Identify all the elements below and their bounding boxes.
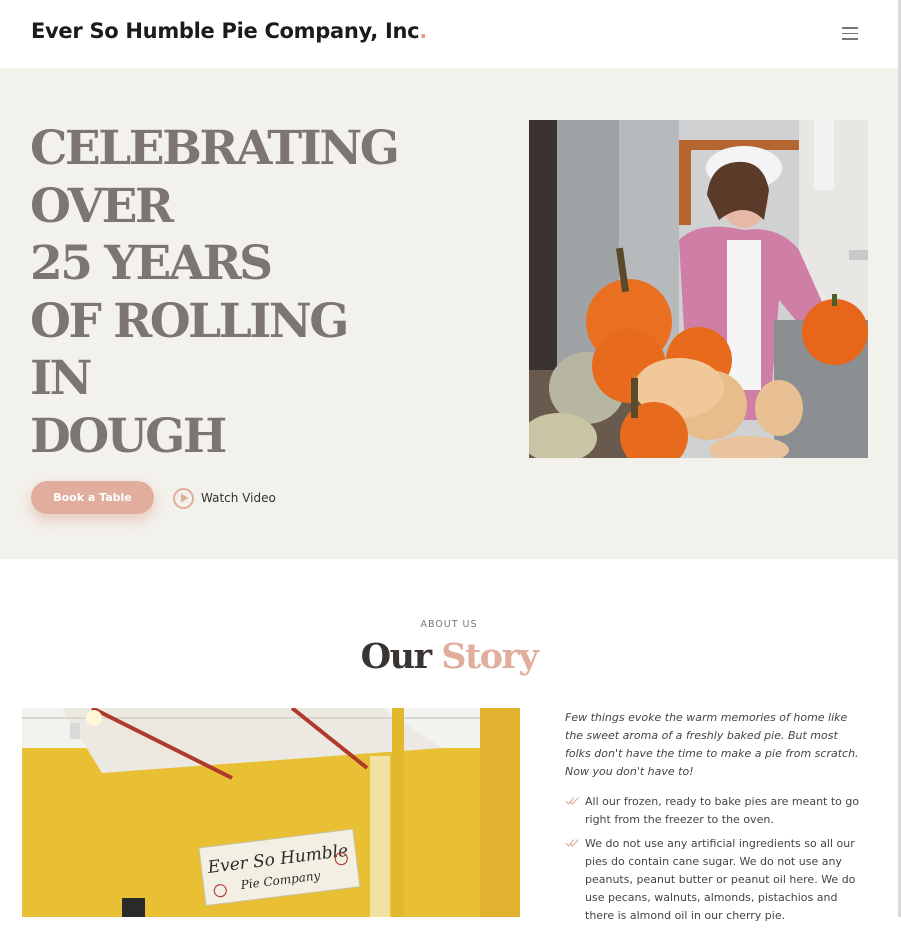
about-photo: Ever So Humble Pie Company — [22, 708, 520, 917]
hero-photo — [529, 120, 868, 458]
watch-video-label: Watch Video — [201, 491, 276, 505]
about-points: All our frozen, ready to bake pies are m… — [565, 793, 865, 925]
hero-heading-line: IN — [30, 351, 92, 406]
hero-heading-line: DOUGH — [30, 408, 227, 464]
play-icon[interactable] — [173, 487, 194, 509]
brand-name: Ever So Humble Pie Company, Inc — [31, 19, 420, 43]
brand-logo[interactable]: Ever So Humble Pie Company, Inc. — [31, 19, 427, 43]
list-item: All our frozen, ready to bake pies are m… — [565, 793, 865, 829]
list-item: We do not use any artificial ingredients… — [565, 835, 865, 925]
list-item-text: All our frozen, ready to bake pies are m… — [585, 795, 860, 826]
hero-heading: CELEBRATING OVER 25 YEARS OF ROLLING IN … — [30, 120, 400, 465]
about-title: Our Story — [0, 636, 898, 677]
watch-video-link[interactable]: Watch Video — [173, 486, 276, 510]
about-text: Few things evoke the warm memories of ho… — [565, 709, 865, 931]
hamburger-menu-icon[interactable] — [842, 27, 858, 40]
book-table-button[interactable]: Book a Table — [31, 481, 154, 514]
about-title-accent: Story — [441, 636, 539, 677]
about-title-main: Our — [360, 636, 432, 677]
site-header: Ever So Humble Pie Company, Inc. — [0, 0, 901, 68]
double-check-icon — [565, 797, 579, 805]
about-intro: Few things evoke the warm memories of ho… — [565, 711, 859, 778]
brand-dot: . — [419, 19, 427, 43]
hero-heading-line: OF ROLLING — [30, 293, 349, 349]
hero-section: CELEBRATING OVER 25 YEARS OF ROLLING IN … — [0, 68, 898, 559]
hero-heading-line: CELEBRATING — [30, 121, 400, 176]
list-item-text: We do not use any artificial ingredients… — [585, 837, 856, 922]
double-check-icon — [565, 839, 579, 847]
hero-heading-line: 25 YEARS — [30, 236, 273, 291]
hero-heading-line: OVER — [30, 178, 174, 234]
about-eyebrow: ABOUT US — [420, 619, 478, 630]
